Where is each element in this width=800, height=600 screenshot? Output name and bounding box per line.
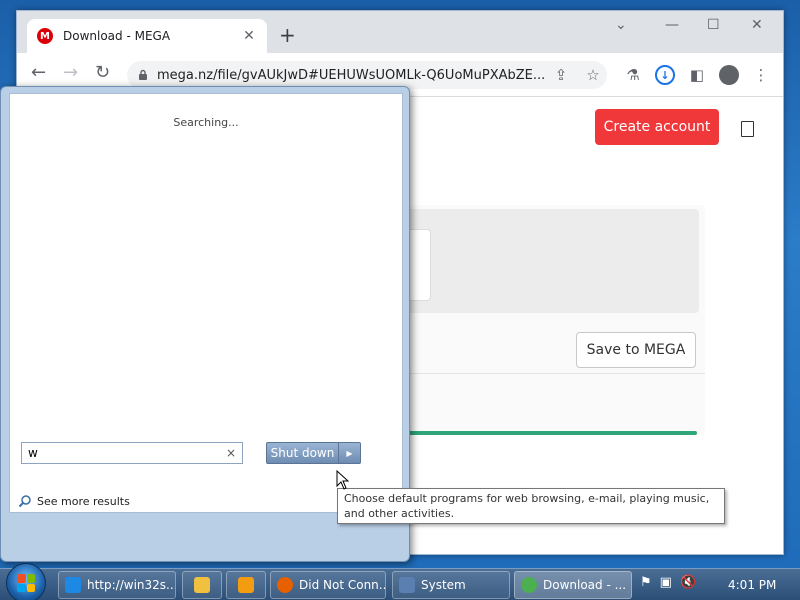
create-account-button[interactable]: Create account [595, 109, 719, 145]
reload-icon[interactable]: ↻ [95, 63, 110, 83]
taskbar-item-label: http://win32s... [87, 578, 176, 592]
download-icon[interactable]: ↓ [655, 65, 675, 85]
profile-avatar-icon[interactable] [719, 65, 739, 85]
taskbar-item-label: System [421, 578, 466, 592]
side-panel-icon[interactable]: ◧ [687, 65, 707, 85]
bookmark-star-icon[interactable]: ☆ [583, 65, 603, 85]
system-tray: ⚑ ▣ 🔇 [640, 575, 696, 590]
see-more-results-link[interactable]: See more results [18, 494, 130, 508]
ie-icon [65, 577, 81, 593]
tab-strip: M Download - MEGA ✕ + ⌄ — ☐ ✕ [17, 11, 783, 53]
new-tab-button[interactable]: + [279, 25, 296, 45]
folder-icon [194, 577, 210, 593]
menu-kebab-icon[interactable]: ⋮ [751, 65, 771, 85]
volume-muted-icon[interactable]: 🔇 [680, 575, 696, 590]
menu-icon[interactable] [741, 121, 754, 137]
url-text: mega.nz/file/gvAUkJwD#UEHUWsUOMLk-Q6UoMu… [157, 67, 546, 83]
mega-favicon-icon: M [37, 28, 53, 44]
taskbar-item-label: Download - ... [543, 578, 627, 592]
system-icon [399, 577, 415, 593]
start-button[interactable] [6, 563, 46, 600]
flag-icon[interactable]: ⚑ [640, 575, 652, 590]
shutdown-button-group: Shut down ▶ [266, 442, 361, 464]
chrome-icon [521, 577, 537, 593]
tab-download-mega[interactable]: M Download - MEGA ✕ [27, 19, 267, 53]
forward-arrow-icon[interactable]: → [63, 63, 78, 83]
taskbar-item-chrome[interactable]: Download - ... [514, 571, 632, 599]
start-search-input[interactable]: w × [21, 442, 243, 464]
taskbar-item-media[interactable] [226, 571, 266, 599]
taskbar-item-system[interactable]: System [392, 571, 510, 599]
address-bar[interactable]: mega.nz/file/gvAUkJwD#UEHUWsUOMLk-Q6UoMu… [127, 61, 607, 89]
tooltip: Choose default programs for web browsing… [337, 488, 725, 524]
media-icon [238, 577, 254, 593]
clear-search-icon[interactable]: × [226, 446, 236, 460]
tab-title: Download - MEGA [63, 29, 171, 43]
tab-close-icon[interactable]: ✕ [241, 28, 257, 44]
taskbar: http://win32s... Did Not Conn... System … [0, 563, 800, 600]
clock[interactable]: 4:01 PM [728, 578, 776, 592]
labs-flask-icon[interactable]: ⚗ [623, 65, 643, 85]
firefox-icon [277, 577, 293, 593]
share-icon[interactable]: ⇪ [551, 65, 571, 85]
shutdown-button[interactable]: Shut down [267, 443, 339, 463]
back-arrow-icon[interactable]: ← [31, 63, 46, 83]
see-more-results-label: See more results [37, 494, 130, 508]
maximize-button[interactable]: ☐ [707, 17, 720, 37]
search-input-value: w [28, 446, 38, 460]
searching-status: Searching... [173, 116, 239, 129]
shutdown-options-arrow-icon[interactable]: ▶ [339, 443, 360, 463]
chevron-down-icon[interactable]: ⌄ [615, 17, 627, 37]
lock-icon [139, 69, 147, 80]
mouse-cursor-icon [336, 470, 350, 490]
taskbar-item-label: Did Not Conn... [299, 578, 386, 592]
taskbar-item-ie[interactable]: http://win32s... [58, 571, 176, 599]
save-to-mega-button[interactable]: Save to MEGA [576, 332, 696, 368]
network-icon[interactable]: ▣ [660, 575, 672, 590]
magnifier-icon [18, 495, 31, 508]
taskbar-item-firefox[interactable]: Did Not Conn... [270, 571, 386, 599]
windows-logo-icon [17, 574, 35, 592]
minimize-button[interactable]: — [665, 17, 679, 37]
close-button[interactable]: ✕ [751, 17, 763, 37]
taskbar-item-explorer[interactable] [182, 571, 222, 599]
